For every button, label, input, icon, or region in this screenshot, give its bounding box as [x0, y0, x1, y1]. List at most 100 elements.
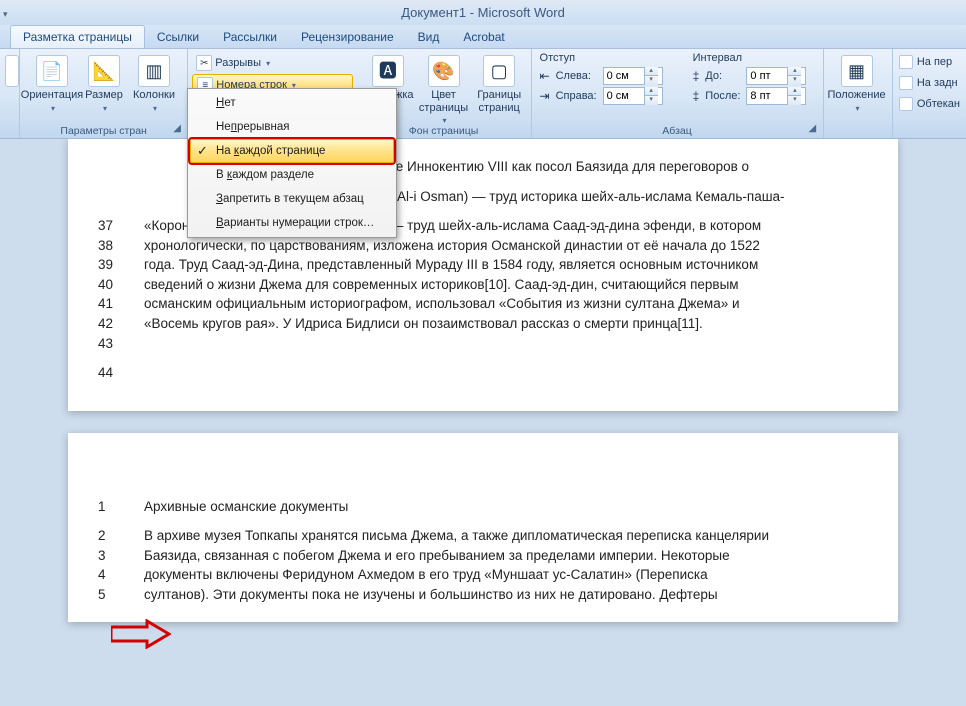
line-number: 4	[98, 565, 144, 585]
position-button[interactable]: ▦ Положение	[828, 51, 886, 114]
menu-item-options[interactable]: Варианты нумерации строк…	[190, 211, 394, 235]
document-area[interactable]: к папе Иннокентию VIII как посол Баязида…	[0, 139, 966, 706]
position-label: Положение	[827, 89, 885, 102]
text-line: 3Баязида, связанная с побегом Джема и ег…	[98, 546, 868, 566]
group-paragraph: Отступ ⇤ Слева: ▴▾ ⇥ Справа: ▴▾ Интервал…	[532, 49, 824, 138]
indent-right-label: Справа:	[556, 90, 597, 102]
page-color-label: Цвет страницы	[415, 89, 472, 114]
group-arrange-right: На пер На задн Обтекан	[893, 49, 966, 138]
chevron-down-icon	[49, 102, 55, 115]
line-text: османским официальным историографом, исп…	[144, 294, 868, 314]
window-title: Документ1 - Microsoft Word	[401, 5, 565, 20]
dialog-launcher-icon[interactable]: ◢	[809, 123, 821, 135]
indent-left-icon: ⇤	[540, 69, 550, 83]
themes-icon	[5, 55, 19, 87]
size-button[interactable]: 📐 Размер	[80, 51, 128, 114]
line-numbers-dropdown: Нет Непрерывная ✓На каждой странице В ка…	[187, 88, 397, 238]
spacing-before-icon: ‡	[693, 69, 700, 83]
spin-up-icon[interactable]: ▴	[787, 87, 801, 96]
spin-up-icon[interactable]: ▴	[787, 67, 801, 76]
bring-front-label: На пер	[917, 56, 952, 68]
spacing-before-input[interactable]	[747, 70, 787, 82]
menu-item-none[interactable]: Нет	[190, 91, 394, 115]
text-line: 4документы включены Феридуном Ахмедом в …	[98, 565, 868, 585]
spin-down-icon[interactable]: ▾	[787, 96, 801, 105]
line-text	[144, 363, 868, 383]
columns-button[interactable]: ▥ Колонки	[128, 51, 180, 114]
tab-references[interactable]: Ссылки	[145, 26, 211, 48]
indent-left-label: Слева:	[556, 70, 597, 82]
spacing-after-icon: ‡	[693, 89, 700, 103]
tab-page-layout[interactable]: Разметка страницы	[10, 25, 145, 48]
menu-item-suppress[interactable]: Запретить в текущем абзац	[190, 187, 394, 211]
text-line: 40сведений о жизни Джема для современных…	[98, 275, 868, 295]
wrap-text-button[interactable]: Обтекан	[899, 94, 960, 114]
page-color-button[interactable]: 🎨 Цвет страницы	[415, 51, 472, 127]
text-line: 42«Восемь кругов рая». У Идриса Бидлиси …	[98, 314, 868, 334]
line-text: сведений о жизни Джема для современных и…	[144, 275, 868, 295]
size-icon: 📐	[88, 55, 120, 87]
columns-label: Колонки	[133, 89, 175, 102]
line-number: 1	[98, 497, 144, 517]
line-number: 38	[98, 236, 144, 256]
spin-down-icon[interactable]: ▾	[644, 96, 658, 105]
breaks-button[interactable]: ✂ Разрывы	[192, 52, 352, 74]
spin-down-icon[interactable]: ▾	[787, 76, 801, 85]
check-icon: ✓	[197, 143, 208, 159]
menu-item-continuous[interactable]: Непрерывная	[190, 115, 394, 139]
send-back-label: На задн	[917, 77, 958, 89]
tab-mailings[interactable]: Рассылки	[211, 26, 289, 48]
line-number: 40	[98, 275, 144, 295]
indent-controls: Отступ ⇤ Слева: ▴▾ ⇥ Справа: ▴▾	[540, 52, 673, 105]
annotation-arrow	[111, 619, 171, 649]
text-line: 5султанов). Эти документы пока не изучен…	[98, 585, 868, 605]
spin-up-icon[interactable]: ▴	[644, 87, 658, 96]
group-arrange-position: ▦ Положение	[824, 49, 893, 138]
text-line: 2В архиве музея Топкапы хранятся письма …	[98, 526, 868, 546]
line-text: хронологически, по царствованиям, изложе…	[144, 236, 868, 256]
spin-up-icon[interactable]: ▴	[644, 67, 658, 76]
indent-right-icon: ⇥	[540, 89, 550, 103]
line-text	[144, 334, 868, 354]
qat-dropdown-icon[interactable]	[3, 5, 15, 17]
spacing-after-input[interactable]	[747, 90, 787, 102]
dialog-launcher-icon[interactable]: ◢	[173, 123, 185, 135]
indent-right-spinner[interactable]: ▴▾	[603, 87, 663, 105]
spacing-after-spinner[interactable]: ▴▾	[746, 87, 806, 105]
text-line: 41османским официальным историографом, и…	[98, 294, 868, 314]
send-back-icon	[899, 76, 913, 90]
ribbon: 📄 Ориентация 📐 Размер ▥ Колонки Параметр…	[0, 49, 966, 139]
line-number: 37	[98, 216, 144, 236]
indent-left-input[interactable]	[604, 70, 644, 82]
spacing-before-spinner[interactable]: ▴▾	[746, 67, 806, 85]
menu-item-each-section[interactable]: В каждом разделе	[190, 163, 394, 187]
page-borders-button[interactable]: ▢ Границы страниц	[472, 51, 527, 127]
spin-down-icon[interactable]: ▾	[644, 76, 658, 85]
group-label-page-setup: Параметры стран	[20, 125, 187, 137]
tab-acrobat[interactable]: Acrobat	[451, 26, 516, 48]
menu-item-each-page[interactable]: ✓На каждой странице	[190, 139, 394, 163]
line-text: документы включены Феридуном Ахмедом в е…	[144, 565, 868, 585]
tab-review[interactable]: Рецензирование	[289, 26, 406, 48]
group-page-setup: 📄 Ориентация 📐 Размер ▥ Колонки Параметр…	[20, 49, 188, 138]
tab-view[interactable]: Вид	[406, 26, 452, 48]
chevron-down-icon	[101, 102, 107, 115]
page-2: 1Архивные османские документы 2В архиве м…	[68, 433, 898, 623]
line-text: Архивные османские документы	[144, 497, 868, 517]
orientation-button[interactable]: 📄 Ориентация	[24, 51, 80, 114]
breaks-icon: ✂	[196, 55, 212, 71]
indent-left-spinner[interactable]: ▴▾	[603, 67, 663, 85]
spacing-before-label: До:	[705, 70, 740, 82]
breaks-label: Разрывы	[215, 57, 261, 69]
page-color-icon: 🎨	[428, 55, 460, 87]
line-number: 5	[98, 585, 144, 605]
line-text: года. Труд Саад-эд-Дина, представленный …	[144, 255, 868, 275]
indent-right-input[interactable]	[604, 90, 644, 102]
bring-front-button[interactable]: На пер	[899, 52, 960, 72]
watermark-icon: 🅰	[372, 55, 404, 87]
themes-partial[interactable]	[4, 51, 20, 89]
chevron-down-icon	[854, 102, 860, 115]
send-back-button[interactable]: На задн	[899, 73, 960, 93]
spacing-controls: Интервал ‡ До: ▴▾ ‡ После: ▴▾	[693, 52, 817, 105]
indent-heading: Отступ	[540, 52, 673, 65]
